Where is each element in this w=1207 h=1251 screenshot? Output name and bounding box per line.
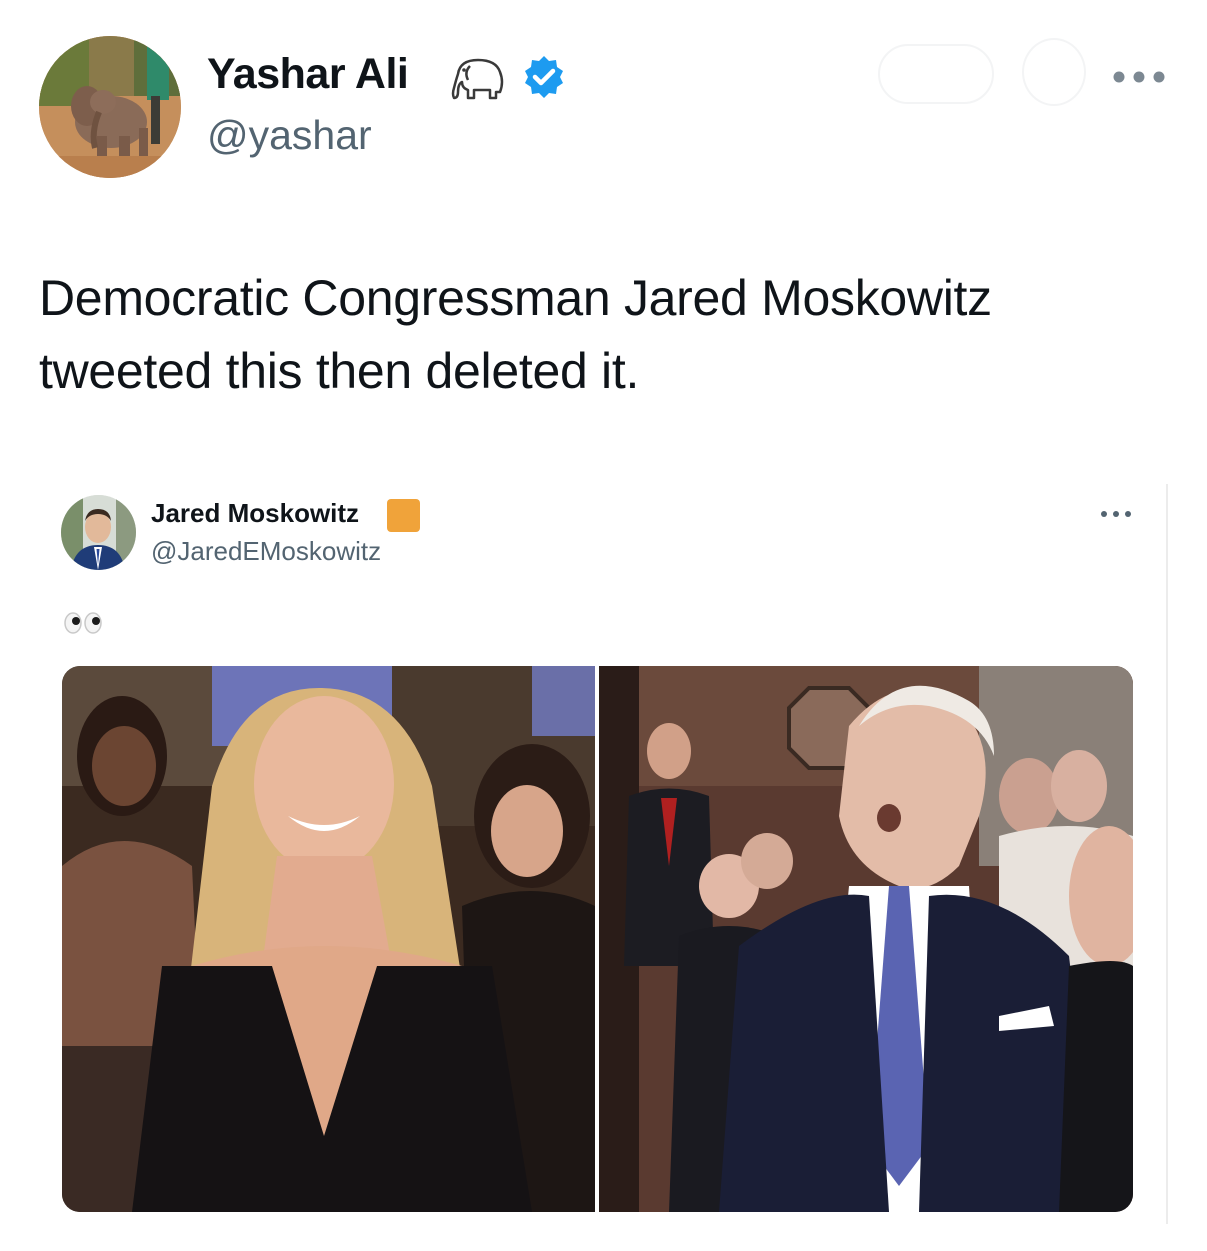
quoted-tweet-card[interactable]: Jared Moskowitz @JaredEMoskowitz xyxy=(56,484,1168,1224)
author-display-name[interactable]: Yashar Ali xyxy=(207,50,409,99)
eyes-icon xyxy=(64,612,102,634)
grok-button[interactable] xyxy=(1022,38,1086,106)
verified-icon[interactable] xyxy=(521,54,567,100)
quoted-more-icon[interactable] xyxy=(1100,510,1132,518)
affiliation-badge xyxy=(387,499,420,532)
subscribe-button[interactable] xyxy=(878,44,994,104)
media-photo-right[interactable] xyxy=(599,666,1133,1212)
quoted-display-name[interactable]: Jared Moskowitz xyxy=(151,498,359,529)
author-avatar[interactable] xyxy=(39,36,181,178)
more-options-icon[interactable] xyxy=(1112,70,1166,84)
quoted-avatar[interactable] xyxy=(61,495,136,570)
media-photo-left[interactable] xyxy=(62,666,595,1212)
tweet-media[interactable] xyxy=(62,666,1133,1212)
author-handle[interactable]: @yashar xyxy=(207,112,372,159)
elephant-icon xyxy=(451,58,504,100)
quoted-handle[interactable]: @JaredEMoskowitz xyxy=(151,536,381,567)
tweet-text: Democratic Congressman Jared Moskowitz t… xyxy=(39,270,992,399)
